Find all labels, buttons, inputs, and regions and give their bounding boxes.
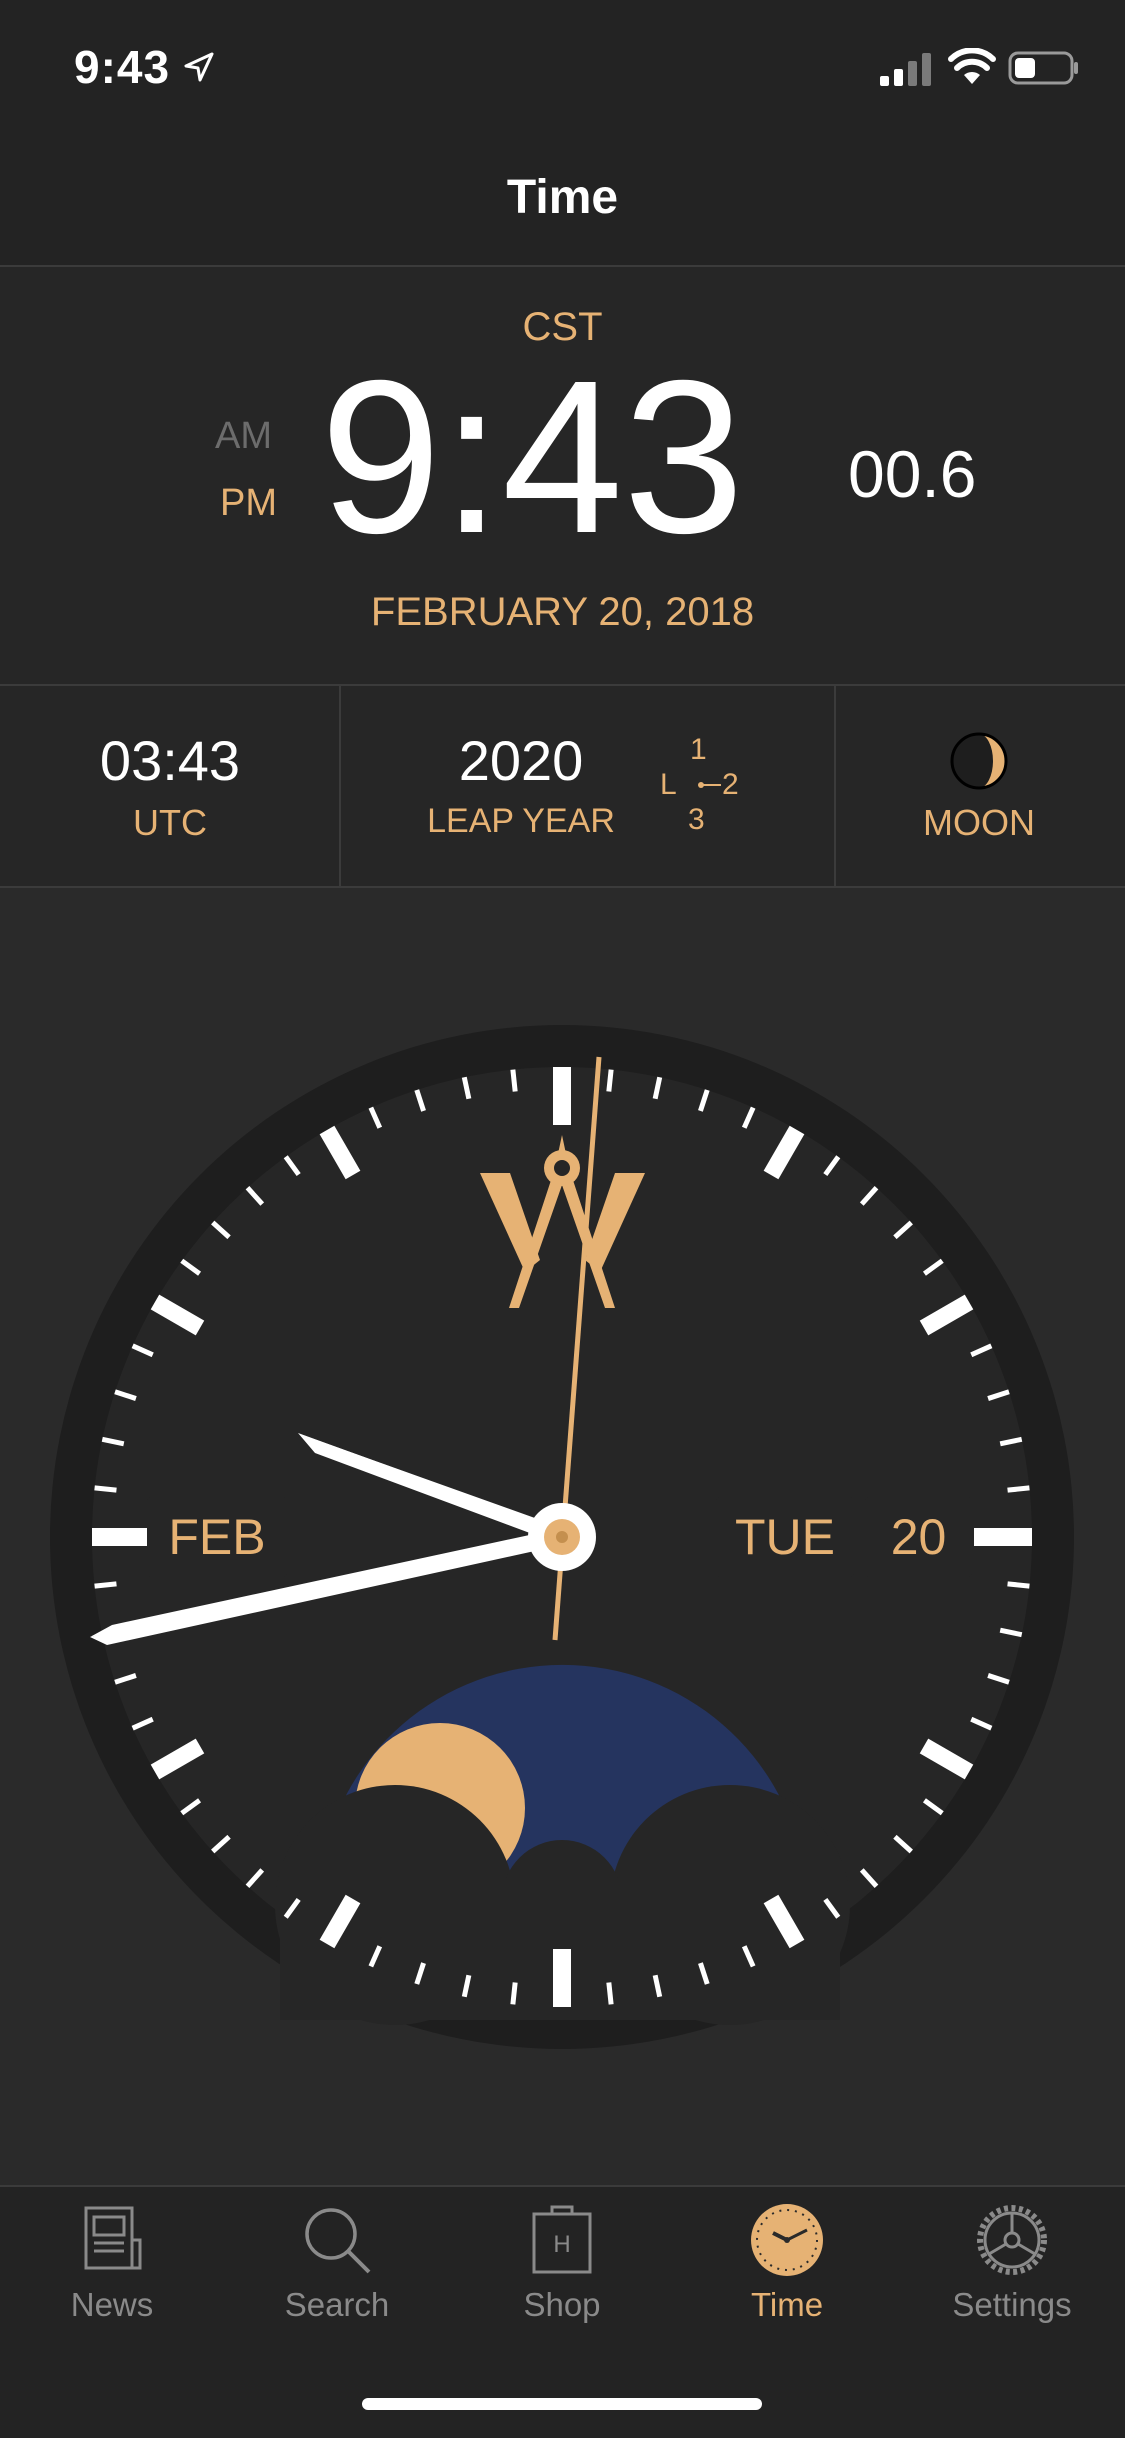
clock-icon [751, 2204, 823, 2276]
am-indicator: AM [215, 415, 272, 457]
minute-marker [606, 1982, 614, 2005]
minute-marker [510, 1069, 518, 1092]
leap-year-value: 2020 [458, 729, 584, 792]
utc-label: UTC [133, 802, 207, 843]
leap-indicator-1: 1 [690, 733, 707, 766]
tab-label-time: Time [750, 2286, 824, 2323]
utc-time: 03:43 [99, 729, 241, 792]
leap-pointer-icon [698, 782, 721, 788]
newspaper-icon [84, 2206, 142, 2270]
tab-search[interactable]: Search [247, 2200, 427, 2340]
month-window: FEB [147, 1497, 287, 1577]
gear-icon [977, 2205, 1047, 2275]
seconds-display: 00.6 [848, 437, 977, 511]
moon-label: MOON [923, 802, 1035, 843]
svg-text:H: H [553, 2231, 570, 2258]
weekday-window: TUE [716, 1497, 854, 1577]
minute-marker [1007, 1485, 1030, 1493]
minute-marker [606, 1069, 614, 1092]
wifi-icon [948, 48, 996, 84]
tab-time[interactable]: Time [697, 2200, 877, 2340]
current-date: FEBRUARY 20, 2018 [370, 590, 755, 634]
pm-indicator: PM [220, 482, 277, 524]
moon-phase-icon [950, 732, 1008, 790]
leap-indicator-2: 2 [722, 768, 739, 801]
leap-indicator-3: 3 [688, 803, 705, 836]
location-arrow-icon [184, 52, 214, 82]
tab-settings[interactable]: Settings [922, 2200, 1102, 2340]
page-title: Time [506, 171, 619, 224]
signal-icon [880, 53, 931, 86]
tab-news[interactable]: News [22, 2200, 202, 2340]
tab-label-news: News [70, 2286, 154, 2323]
minute-marker [94, 1581, 117, 1589]
divider [834, 686, 836, 886]
tab-label-settings: Settings [952, 2286, 1072, 2323]
minute-marker [94, 1485, 117, 1493]
tab-shop[interactable]: H Shop [472, 2200, 652, 2340]
minute-marker [510, 1982, 518, 2005]
home-indicator[interactable] [362, 2398, 762, 2410]
minute-marker [1007, 1581, 1030, 1589]
leap-indicator-l: L [660, 768, 677, 801]
tab-label-search: Search [284, 2286, 390, 2323]
tab-label-shop: Shop [523, 2286, 601, 2323]
leap-year-label: LEAP YEAR [427, 802, 615, 840]
battery-icon [1008, 51, 1078, 85]
current-time: 9:43 [320, 336, 745, 579]
date-window: 20 [865, 1497, 972, 1577]
shopping-bag-icon: H [532, 2205, 592, 2274]
status-time: 9:43 [74, 41, 171, 93]
search-icon [305, 2208, 371, 2274]
